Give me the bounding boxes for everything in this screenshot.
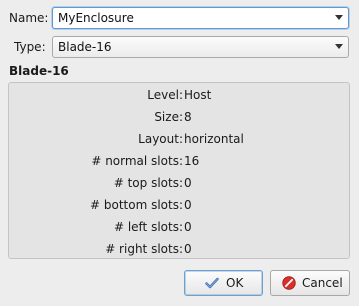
type-value[interactable]: Blade-16: [58, 40, 112, 54]
chevron-down-icon[interactable]: [335, 44, 343, 49]
property-value: 0: [184, 242, 192, 256]
property-row-layout: Layout: horizontal: [9, 132, 349, 152]
property-row-normal-slots: # normal slots: 16: [9, 154, 349, 174]
property-value: 0: [184, 198, 192, 212]
property-row-bottom-slots: # bottom slots: 0: [9, 198, 349, 218]
name-label: Name:: [9, 11, 49, 25]
type-label: Type:: [14, 40, 46, 54]
property-key: # left slots:: [113, 220, 183, 234]
property-value: 0: [184, 176, 192, 190]
property-key: Layout:: [138, 132, 183, 146]
name-value[interactable]: MyEnclosure: [58, 11, 134, 25]
property-row-size: Size: 8: [9, 110, 349, 130]
properties-panel: Level: Host Size: 8 Layout: horizontal #…: [8, 82, 350, 259]
property-value: 8: [184, 110, 192, 124]
ok-label: OK: [226, 276, 244, 290]
enclosure-dialog: Name: MyEnclosure Type: Blade-16 Blade-1…: [0, 0, 359, 306]
property-row-right-slots: # right slots: 0: [9, 242, 349, 262]
property-key: # normal slots:: [91, 154, 183, 168]
property-value: Host: [184, 88, 212, 102]
property-row-top-slots: # top slots: 0: [9, 176, 349, 196]
cancel-circle-icon: [282, 276, 296, 290]
details-title: Blade-16: [9, 64, 69, 78]
property-key: Level:: [147, 88, 183, 102]
checkmark-icon: [205, 277, 219, 289]
property-row-level: Level: Host: [9, 88, 349, 108]
property-key: # right slots:: [105, 242, 183, 256]
property-value: 16: [184, 154, 200, 168]
property-key: Size:: [154, 110, 183, 124]
cancel-label: Cancel: [302, 276, 343, 290]
property-row-left-slots: # left slots: 0: [9, 220, 349, 240]
property-key: # top slots:: [113, 176, 183, 190]
property-key: # bottom slots:: [89, 198, 183, 212]
ok-button[interactable]: OK: [184, 270, 263, 296]
type-select[interactable]: Blade-16: [52, 36, 349, 58]
chevron-down-icon[interactable]: [335, 15, 343, 20]
cancel-button[interactable]: Cancel: [270, 270, 350, 296]
name-combo-input[interactable]: MyEnclosure: [52, 7, 349, 29]
property-value: horizontal: [184, 132, 244, 146]
property-value: 0: [184, 220, 192, 234]
